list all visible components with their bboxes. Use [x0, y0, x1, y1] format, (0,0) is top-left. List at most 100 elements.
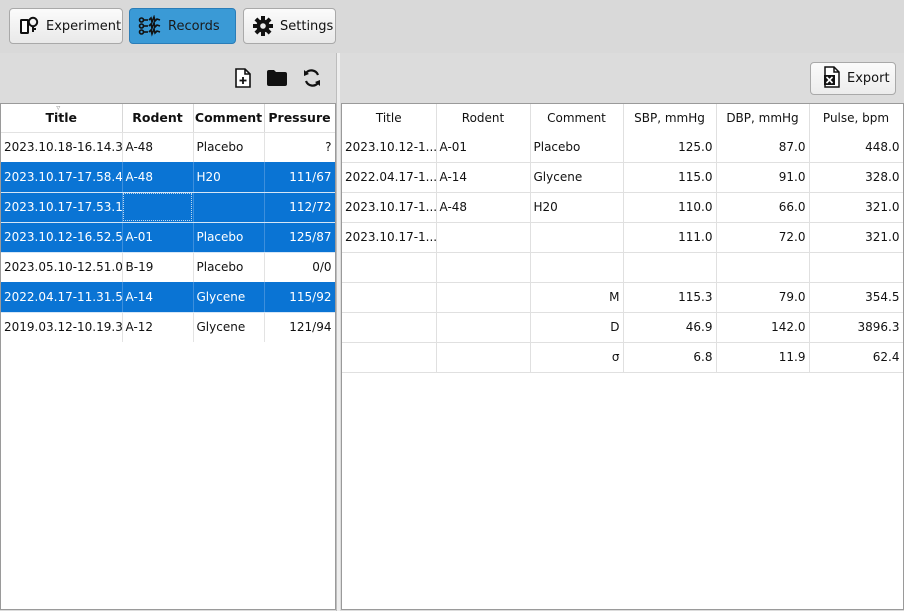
- column-header-comment[interactable]: Comment: [193, 104, 265, 133]
- top-tab-bar: Experiment Records Settings: [0, 0, 904, 53]
- cell-pulse: 321.0: [809, 222, 903, 253]
- column-header-comment[interactable]: Comment: [530, 104, 624, 132]
- cell-title: 2023.10.17-17.58.46: [1, 162, 123, 193]
- tab-experiment-label: Experiment: [46, 18, 122, 34]
- tab-settings-label: Settings: [280, 18, 334, 34]
- cell-rodent: B-19: [122, 252, 194, 282]
- table-row[interactable]: [342, 252, 903, 283]
- cell-rodent: A-01: [436, 132, 531, 163]
- cell-pressure: 112/72: [264, 192, 335, 223]
- cell-pulse: 321.0: [809, 192, 903, 223]
- cell-sbp: 115.0: [623, 162, 717, 193]
- tab-records[interactable]: Records: [129, 8, 236, 44]
- column-header-rodent[interactable]: Rodent: [122, 104, 194, 133]
- cell-title: 2019.03.12-10.19.37: [1, 312, 123, 342]
- table-row[interactable]: 2022.04.17-11.31.51 A-14 Glycene 115/92: [1, 282, 335, 313]
- cell-dbp: 66.0: [716, 192, 810, 223]
- cell-pulse: 448.0: [809, 132, 903, 163]
- cell-stat-label: M: [530, 282, 624, 313]
- records-icon: [138, 15, 162, 37]
- cell-pressure: ?: [264, 132, 335, 162]
- table-row[interactable]: 2019.03.12-10.19.37 A-12 Glycene 121/94: [1, 312, 335, 342]
- cell-dbp: [716, 252, 810, 283]
- cell-pressure: 125/87: [264, 222, 335, 253]
- cell-pressure: 121/94: [264, 312, 335, 342]
- cell-rodent: A-48: [122, 162, 194, 193]
- cell-title: 2023.10.17-17.53.18: [1, 192, 123, 223]
- tab-records-label: Records: [168, 18, 220, 34]
- column-header-sbp[interactable]: SBP, mmHg: [623, 104, 717, 132]
- cell-title: [342, 342, 437, 373]
- column-header-pressure[interactable]: Pressure: [264, 104, 335, 133]
- statistics-pane: Export Title Rodent Comment SBP, mmHg DB…: [340, 53, 904, 611]
- cell-comment: Glycene: [530, 162, 624, 193]
- cell-rodent: A-48: [436, 192, 531, 223]
- cell-title: 2023.05.10-12.51.03: [1, 252, 123, 282]
- table-row[interactable]: 2023.10.18-16.14.34 A-48 Placebo ?: [1, 132, 335, 162]
- cell-rodent: [122, 192, 194, 223]
- cell-rodent: A-01: [122, 222, 194, 253]
- cell-rodent: [436, 342, 531, 373]
- table-row[interactable]: 2023.10.12-1... A-01 Placebo 125.0 87.0 …: [342, 132, 903, 163]
- cell-rodent: A-14: [436, 162, 531, 193]
- table-row[interactable]: 2023.05.10-12.51.03 B-19 Placebo 0/0: [1, 252, 335, 282]
- table-row[interactable]: 2023.10.17-1... 111.0 72.0 321.0: [342, 222, 903, 253]
- cell-pressure: 115/92: [264, 282, 335, 313]
- cell-title: 2022.04.17-11.31.51: [1, 282, 123, 313]
- cell-comment: [193, 192, 265, 223]
- cell-comment: [530, 252, 624, 283]
- records-pane: ▿ Title Rodent Comment Pressure 2023.10.…: [0, 53, 337, 611]
- cell-rodent: A-14: [122, 282, 194, 313]
- stats-table: Title Rodent Comment SBP, mmHg DBP, mmHg…: [342, 104, 903, 373]
- cell-sbp: 46.9: [623, 312, 717, 343]
- gear-icon: [252, 15, 274, 37]
- cell-comment: Glycene: [193, 282, 265, 313]
- table-row-std-dev[interactable]: σ 6.8 11.9 62.4: [342, 342, 903, 373]
- table-row[interactable]: 2023.10.17-17.58.46 A-48 H20 111/67: [1, 162, 335, 193]
- refresh-icon[interactable]: [301, 67, 323, 89]
- cell-pulse: [809, 252, 903, 283]
- table-row[interactable]: 2023.10.17-17.53.18 112/72: [1, 192, 335, 223]
- cell-stat-label: σ: [530, 342, 624, 373]
- table-row[interactable]: 2022.04.17-1... A-14 Glycene 115.0 91.0 …: [342, 162, 903, 193]
- cell-comment: Placebo: [530, 132, 624, 163]
- folder-icon[interactable]: [266, 67, 288, 89]
- cell-dbp: 142.0: [716, 312, 810, 343]
- cell-pulse: 354.5: [809, 282, 903, 313]
- column-header-dbp[interactable]: DBP, mmHg: [716, 104, 810, 132]
- cell-comment: [530, 222, 624, 253]
- cell-sbp: 110.0: [623, 192, 717, 223]
- cell-title: 2023.10.12-1...: [342, 132, 437, 163]
- sort-indicator-icon: ▿: [56, 104, 61, 112]
- cell-title: 2023.10.18-16.14.34: [1, 132, 123, 162]
- cell-dbp: 91.0: [716, 162, 810, 193]
- cell-comment: Placebo: [193, 132, 265, 162]
- export-button-label: Export: [847, 71, 890, 86]
- tab-experiment[interactable]: Experiment: [9, 8, 123, 44]
- cell-sbp: 111.0: [623, 222, 717, 253]
- stats-table-container[interactable]: Title Rodent Comment SBP, mmHg DBP, mmHg…: [341, 103, 904, 610]
- cell-rodent: [436, 222, 531, 253]
- column-header-pulse[interactable]: Pulse, bpm: [809, 104, 903, 132]
- table-row[interactable]: 2023.10.17-1... A-48 H20 110.0 66.0 321.…: [342, 192, 903, 223]
- new-file-icon[interactable]: [232, 67, 254, 89]
- column-header-title[interactable]: ▿ Title: [1, 104, 123, 133]
- cell-rodent: A-48: [122, 132, 194, 162]
- export-button[interactable]: Export: [810, 62, 896, 95]
- table-row-mean[interactable]: M 115.3 79.0 354.5: [342, 282, 903, 313]
- cell-comment: Glycene: [193, 312, 265, 342]
- table-row-variance[interactable]: D 46.9 142.0 3896.3: [342, 312, 903, 343]
- cell-pulse: 328.0: [809, 162, 903, 193]
- records-table-container[interactable]: ▿ Title Rodent Comment Pressure 2023.10.…: [0, 103, 336, 610]
- cell-dbp: 79.0: [716, 282, 810, 313]
- column-header-title[interactable]: Title: [342, 104, 437, 132]
- excel-icon: [823, 66, 841, 91]
- cell-title: 2023.10.12-16.52.56: [1, 222, 123, 253]
- table-row[interactable]: 2023.10.12-16.52.56 A-01 Placebo 125/87: [1, 222, 335, 253]
- cell-comment: Placebo: [193, 252, 265, 282]
- tab-settings[interactable]: Settings: [243, 8, 336, 44]
- cell-comment: H20: [530, 192, 624, 223]
- cell-title: [342, 252, 437, 283]
- cell-comment: Placebo: [193, 222, 265, 253]
- column-header-rodent[interactable]: Rodent: [436, 104, 531, 132]
